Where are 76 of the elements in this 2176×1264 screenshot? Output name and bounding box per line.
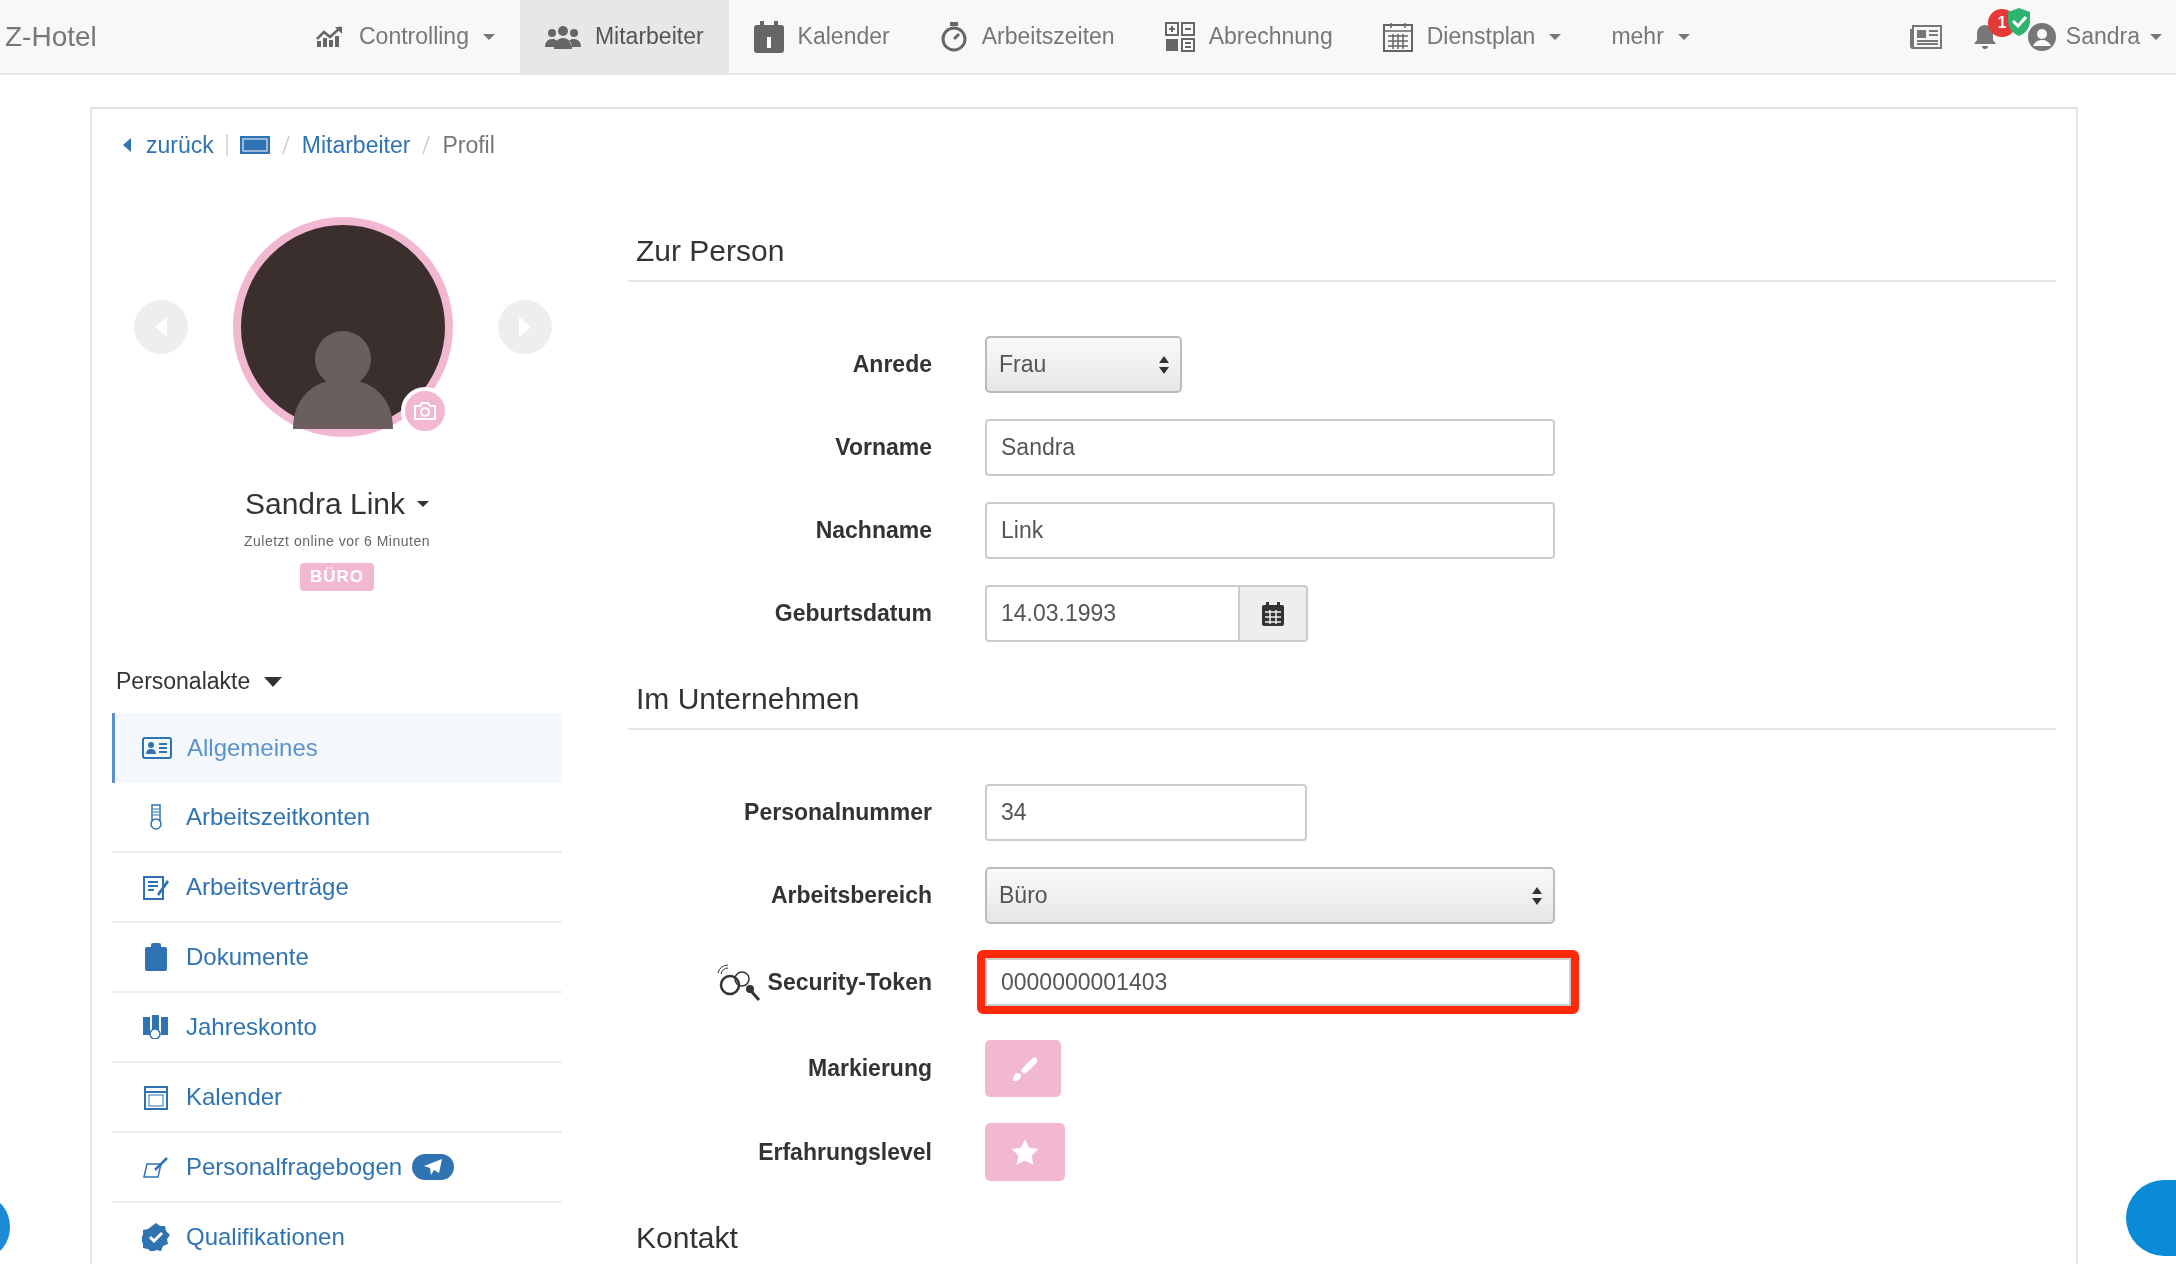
caret-icon	[417, 501, 430, 507]
user-icon	[2027, 22, 2056, 51]
field-label: Geburtsdatum	[774, 600, 932, 627]
sidebar-item[interactable]: Personalfragebogen	[112, 1133, 562, 1203]
field-label: Personalnummer	[744, 799, 932, 826]
text-field[interactable]: 34	[985, 784, 1307, 841]
sidebar-item[interactable]: Arbeitszeitkonten	[112, 783, 562, 853]
text-field[interactable]: Link	[985, 502, 1555, 559]
calendar-grid-icon	[1382, 21, 1413, 52]
paper-plane-icon	[423, 1158, 444, 1176]
field-label: Nachname	[815, 517, 932, 544]
stopwatch-icon	[939, 21, 968, 52]
text-field[interactable]: Sandra	[985, 419, 1555, 476]
sidebar-item[interactable]: Kalender	[112, 1063, 562, 1133]
nav-item[interactable]: mehr	[1586, 0, 1715, 73]
calendar-icon	[1262, 601, 1284, 626]
users-icon	[544, 24, 581, 49]
up-down-arrows-icon	[1158, 354, 1170, 375]
section-heading: Kontakt	[628, 1221, 2056, 1264]
field-label: Markierung	[808, 1055, 932, 1082]
camera-icon	[413, 401, 437, 421]
brand-logo[interactable]: Z-Hotel	[5, 20, 97, 53]
token-field[interactable]: 0000000001403	[985, 958, 1571, 1006]
sidebar-item[interactable]: Allgemeines	[112, 713, 562, 783]
calendar-icon	[753, 20, 784, 53]
sidebar-item[interactable]: Jahreskonto	[112, 993, 562, 1063]
breadcrumb-separator	[422, 135, 431, 155]
caret-icon	[2150, 33, 2162, 40]
sidebar-item[interactable]: Qualifikationen	[112, 1203, 562, 1264]
sidebar-item[interactable]: Dokumente	[112, 923, 562, 993]
calendar-button[interactable]	[1240, 585, 1308, 642]
select-field[interactable]: Frau	[985, 336, 1182, 393]
personalakte-toggle[interactable]: Personalakte	[112, 668, 562, 695]
nav-item[interactable]: Arbeitszeiten	[914, 0, 1140, 73]
nav-item[interactable]: Controlling	[290, 0, 520, 73]
breadcrumb-link[interactable]: Mitarbeiter	[301, 131, 411, 159]
up-down-arrows-icon	[1531, 885, 1543, 906]
verified-icon	[142, 1223, 170, 1251]
nav-item[interactable]: Dienstplan	[1357, 0, 1587, 73]
star-icon	[1010, 1138, 1040, 1166]
shield-check-icon	[2005, 6, 2032, 37]
contract-icon	[143, 874, 169, 900]
user-menu[interactable]: Sandra	[2027, 22, 2162, 51]
last-online-text: Zuletzt online vor 6 Minuten	[244, 533, 430, 549]
section-heading: Zur Person	[628, 234, 2056, 282]
sidebar-item[interactable]: Arbeitsverträge	[112, 853, 562, 923]
field-label: Arbeitsbereich	[770, 882, 932, 909]
form-pen-icon	[143, 1156, 169, 1178]
breadcrumb-current: Profil	[442, 131, 495, 159]
bell-icon[interactable]	[1971, 22, 1998, 51]
field-label: Erfahrungslevel	[758, 1138, 932, 1166]
caret-left-icon	[122, 137, 132, 153]
chart-icon	[315, 24, 345, 49]
nav-item[interactable]: Abrechnung	[1139, 0, 1358, 73]
calendar-icon	[144, 1084, 168, 1110]
field-label: Security-Token	[767, 968, 932, 996]
calculator-icon	[1164, 21, 1195, 52]
nav-item[interactable]: Mitarbeiter	[519, 0, 729, 73]
field-label: Anrede	[852, 351, 932, 378]
employee-name-menu[interactable]: Sandra Link	[244, 487, 430, 521]
department-badge: BÜRO	[299, 563, 375, 591]
caret-icon	[264, 676, 283, 687]
star-button[interactable]	[985, 1123, 1065, 1181]
clipboard-icon	[145, 943, 167, 971]
newspaper-icon[interactable]	[1909, 24, 1942, 49]
breadcrumb-separator	[225, 134, 228, 156]
breadcrumb-separator	[281, 135, 290, 155]
back-link[interactable]: zurück	[122, 131, 214, 159]
field-label: Vorname	[835, 434, 932, 461]
section-heading: Im Unternehmen	[628, 682, 2056, 730]
date-field[interactable]: 14.03.1993	[985, 585, 1240, 642]
select-field[interactable]: Büro	[985, 867, 1555, 924]
nav-item[interactable]: Kalender	[728, 0, 915, 73]
binders-icon	[143, 1015, 169, 1039]
color-button[interactable]	[985, 1040, 1061, 1097]
id-card-icon	[142, 737, 172, 759]
